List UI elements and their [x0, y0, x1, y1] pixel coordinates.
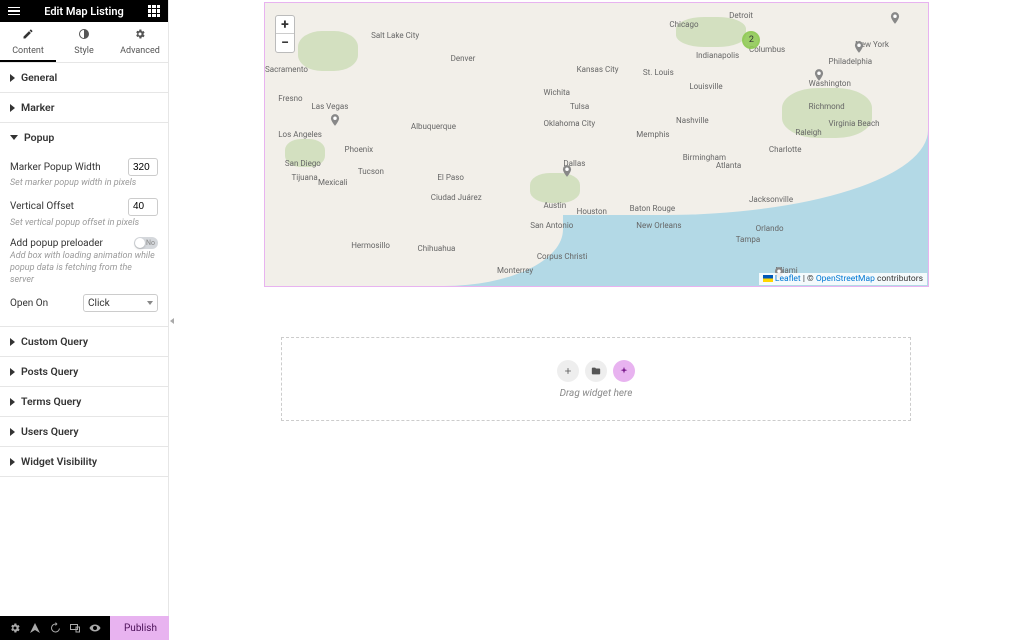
map-widget[interactable]: Salt Lake City Denver Kansas City St. Lo… [264, 2, 929, 287]
popup-openon-select[interactable]: Click [83, 294, 158, 312]
caret-right-icon [10, 104, 15, 112]
editor-canvas: Salt Lake City Denver Kansas City St. Lo… [169, 0, 1024, 640]
section-posts-query-header[interactable]: Posts Query [0, 357, 168, 386]
popup-openon-label: Open On [10, 298, 48, 309]
popup-width-label: Marker Popup Width [10, 162, 101, 173]
map-marker[interactable] [852, 40, 866, 54]
section-general: General [0, 63, 168, 93]
osm-link[interactable]: OpenStreetMap [816, 274, 875, 284]
section-general-header[interactable]: General [0, 63, 168, 92]
settings-icon[interactable] [8, 621, 22, 635]
history-icon[interactable] [48, 621, 62, 635]
caret-right-icon [10, 338, 15, 346]
caret-right-icon [10, 74, 15, 82]
tab-advanced[interactable]: Advanced [112, 22, 168, 62]
section-widget-visibility: Widget Visibility [0, 447, 168, 477]
caret-down-icon [10, 135, 18, 140]
tab-style-label: Style [74, 46, 94, 56]
caret-right-icon [10, 398, 15, 406]
popup-offset-help: Set vertical popup offset in pixels [10, 218, 158, 230]
popup-width-help: Set marker popup width in pixels [10, 178, 158, 190]
zoom-out-button[interactable]: − [276, 34, 294, 52]
leaflet-link[interactable]: Leaflet [775, 274, 801, 284]
section-widget-visibility-header[interactable]: Widget Visibility [0, 447, 168, 476]
preview-icon[interactable] [88, 621, 102, 635]
flag-icon [763, 275, 773, 282]
popup-offset-input[interactable] [128, 198, 158, 216]
section-users-query: Users Query [0, 417, 168, 447]
panel-title: Edit Map Listing [20, 5, 148, 18]
tab-advanced-label: Advanced [120, 46, 160, 56]
sidebar-header: Edit Map Listing [0, 0, 168, 22]
pencil-icon [22, 28, 34, 40]
tab-content[interactable]: Content [0, 22, 56, 62]
tab-content-label: Content [12, 46, 44, 56]
city-label: Orlando [756, 224, 784, 233]
map-marker[interactable] [328, 113, 342, 127]
section-popup-header[interactable]: Popup [0, 123, 168, 152]
map-attribution: Leaflet | © OpenStreetMap contributors [759, 273, 927, 285]
ai-button[interactable] [613, 360, 635, 382]
widget-dropzone[interactable]: Drag widget here [281, 337, 911, 421]
chevron-down-icon [147, 301, 153, 305]
zoom-in-button[interactable]: + [276, 16, 294, 34]
editor-sidebar: Edit Map Listing Content Style Advanced … [0, 0, 169, 640]
popup-preloader-label: Add popup preloader [10, 238, 103, 249]
section-posts-query: Posts Query [0, 357, 168, 387]
contrast-icon [78, 28, 90, 40]
caret-right-icon [10, 428, 15, 436]
publish-button[interactable]: Publish [110, 616, 171, 640]
section-custom-query: Custom Query [0, 327, 168, 357]
zoom-control: + − [275, 15, 295, 53]
section-custom-query-header[interactable]: Custom Query [0, 327, 168, 356]
navigator-icon[interactable] [28, 621, 42, 635]
map-marker[interactable] [812, 68, 826, 82]
map-marker[interactable] [560, 164, 574, 178]
responsive-icon[interactable] [68, 621, 82, 635]
editor-tabs: Content Style Advanced [0, 22, 168, 63]
tab-style[interactable]: Style [56, 22, 112, 62]
template-button[interactable] [585, 360, 607, 382]
section-marker: Marker [0, 93, 168, 123]
section-terms-query: Terms Query [0, 387, 168, 417]
section-users-query-header[interactable]: Users Query [0, 417, 168, 446]
section-terms-query-header[interactable]: Terms Query [0, 387, 168, 416]
widgets-icon[interactable] [148, 5, 160, 17]
popup-preloader-toggle[interactable]: No [134, 237, 158, 249]
popup-width-input[interactable] [128, 158, 158, 176]
city-label: Tampa [736, 235, 761, 244]
section-popup: Popup Marker Popup Width Set marker popu… [0, 123, 168, 327]
popup-preloader-help: Add box with loading animation while pop… [10, 251, 158, 286]
panel-body: General Marker Popup Marker Popup Width … [0, 63, 168, 616]
menu-icon[interactable] [8, 5, 20, 17]
caret-right-icon [10, 368, 15, 376]
city-label: New Orleans [636, 221, 681, 230]
map-marker[interactable] [888, 11, 902, 25]
map-tiles[interactable]: Salt Lake City Denver Kansas City St. Lo… [265, 3, 928, 286]
gear-icon [134, 28, 146, 40]
dropzone-text: Drag widget here [560, 388, 633, 399]
bottom-bar: Publish [0, 616, 168, 640]
add-widget-button[interactable] [557, 360, 579, 382]
caret-right-icon [10, 458, 15, 466]
section-marker-header[interactable]: Marker [0, 93, 168, 122]
collapse-sidebar-handle[interactable] [169, 316, 175, 326]
popup-offset-label: Vertical Offset [10, 201, 74, 212]
